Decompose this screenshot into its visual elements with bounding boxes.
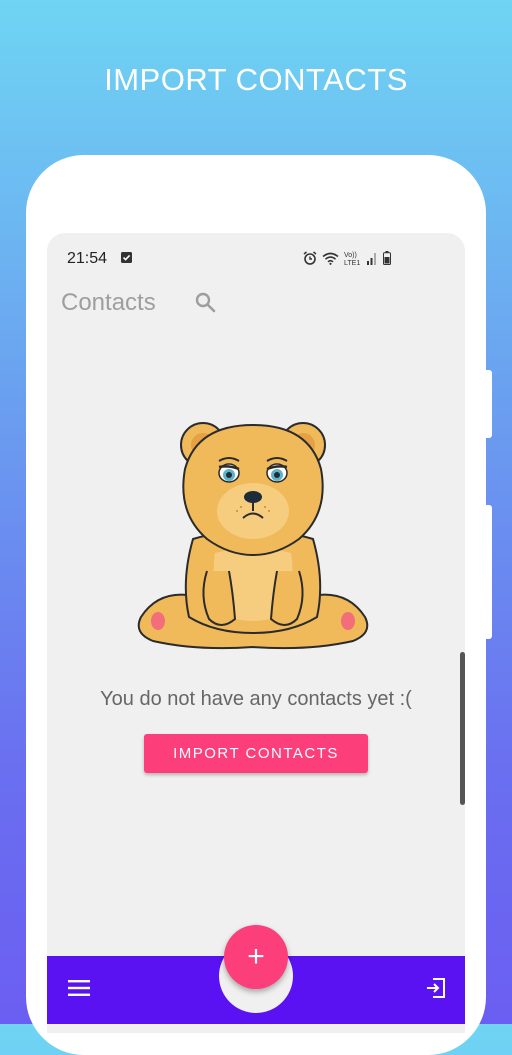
phone-side-button-lower bbox=[486, 505, 492, 639]
phone-side-button-upper bbox=[486, 370, 492, 438]
status-bar: 21:54 Vo)) LTE1 bbox=[47, 233, 465, 283]
scrollbar-thumb[interactable] bbox=[460, 652, 465, 805]
status-time: 21:54 bbox=[67, 250, 108, 267]
wifi-icon bbox=[322, 252, 339, 265]
alarm-icon bbox=[303, 251, 317, 265]
sad-bear-illustration bbox=[137, 422, 369, 650]
svg-text:LTE1: LTE1 bbox=[344, 260, 360, 266]
signal-icon bbox=[367, 252, 376, 265]
status-icons: Vo)) LTE1 bbox=[303, 250, 391, 266]
add-contact-fab[interactable]: + bbox=[224, 925, 288, 989]
search-icon[interactable] bbox=[193, 290, 217, 314]
logout-icon[interactable] bbox=[424, 976, 448, 1000]
check-notification-icon bbox=[121, 252, 132, 263]
svg-text:Vo)): Vo)) bbox=[344, 252, 357, 259]
import-contacts-button[interactable]: IMPORT CONTACTS bbox=[144, 734, 368, 773]
app-screen: 21:54 Vo)) LTE1 Contacts You do not have… bbox=[47, 233, 465, 1033]
menu-icon[interactable] bbox=[68, 980, 90, 996]
app-title: Contacts bbox=[61, 289, 156, 316]
network-type-icon: Vo)) LTE1 bbox=[344, 252, 360, 266]
empty-state-message: You do not have any contacts yet :( bbox=[100, 688, 412, 710]
promo-headline: IMPORT CONTACTS bbox=[104, 62, 408, 97]
battery-icon bbox=[383, 251, 391, 265]
